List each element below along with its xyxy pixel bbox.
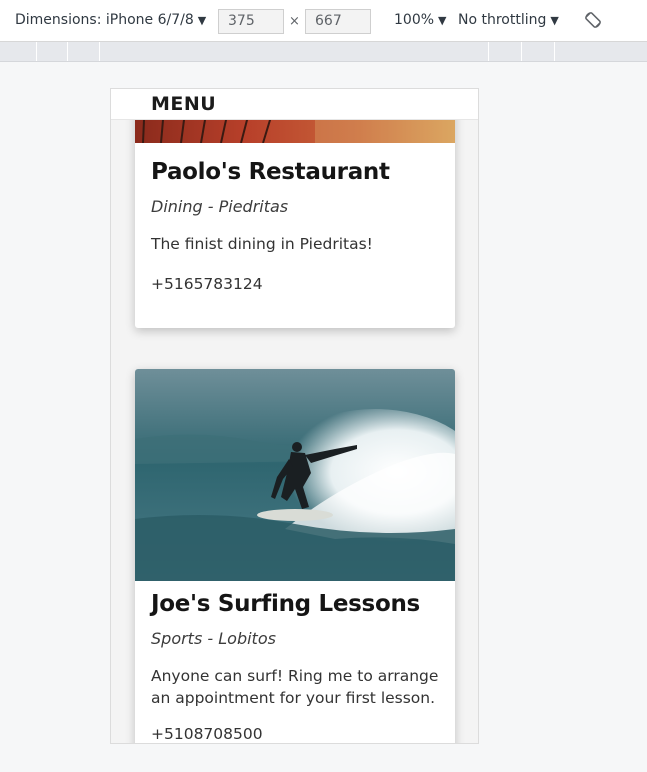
device-dimensions-label: Dimensions: iPhone 6/7/8 (15, 12, 194, 28)
listing-card[interactable]: Paolo's Restaurant Dining - Piedritas Th… (135, 97, 455, 328)
card-description: The finist dining in Piedritas! (151, 235, 373, 253)
card-category: Dining - Piedritas (151, 197, 289, 216)
height-input[interactable]: 667 (305, 9, 371, 34)
card-description: Anyone can surf! Ring me to arrange an a… (151, 667, 439, 707)
card-phone[interactable]: +5165783124 (151, 275, 263, 293)
menu-button[interactable]: MENU (151, 93, 216, 115)
surfing-photo (135, 369, 455, 581)
site-header: MENU (111, 89, 478, 120)
card-title: Paolo's Restaurant (151, 159, 390, 185)
media-query-ruler (0, 42, 647, 62)
zoom-dropdown[interactable]: 100% ▼ (394, 12, 447, 28)
card-title: Joe's Surfing Lessons (151, 591, 420, 617)
card-phone[interactable]: +5108708500 (151, 725, 263, 743)
throttling-dropdown[interactable]: No throttling ▼ (458, 12, 559, 28)
ruler-tick (488, 42, 489, 61)
chevron-down-icon: ▼ (550, 14, 559, 27)
zoom-label: 100% (394, 12, 435, 28)
device-dimensions-dropdown[interactable]: Dimensions: iPhone 6/7/8 ▼ (15, 12, 206, 28)
devtools-toolbar: Dimensions: iPhone 6/7/8 ▼ 375 × 667 100%… (0, 0, 647, 42)
ruler-tick (554, 42, 555, 61)
throttling-label: No throttling (458, 12, 547, 28)
times-separator: × (289, 14, 300, 29)
ruler-tick (36, 42, 37, 61)
listing-card[interactable]: Joe's Surfing Lessons Sports - Lobitos A… (135, 369, 455, 743)
chevron-down-icon: ▼ (438, 14, 447, 27)
ruler-tick (99, 42, 100, 61)
device-viewport: MENU Paolo's Restaurant Dining - Piedrit… (110, 88, 479, 744)
card-category: Sports - Lobitos (151, 629, 276, 648)
ruler-tick (521, 42, 522, 61)
rotate-icon[interactable] (584, 11, 602, 29)
width-input[interactable]: 375 (218, 9, 284, 34)
chevron-down-icon: ▼ (197, 14, 207, 27)
ruler-tick (67, 42, 68, 61)
